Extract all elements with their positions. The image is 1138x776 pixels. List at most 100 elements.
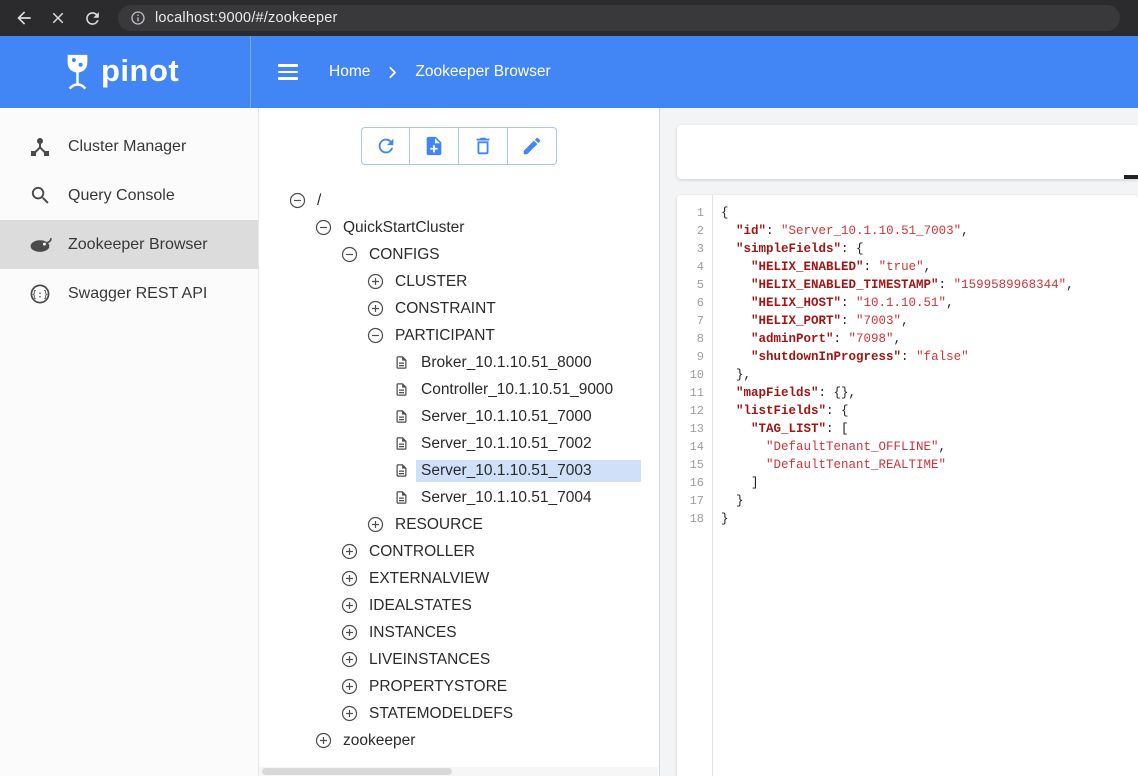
tree-node-leaf[interactable]: Broker_10.1.10.51_8000 bbox=[259, 349, 641, 376]
close-icon bbox=[49, 9, 67, 27]
tree-node-branch[interactable]: QuickStartCluster bbox=[259, 214, 641, 241]
code-line: "TAG_LIST": [ bbox=[721, 420, 1138, 438]
tree-node-branch[interactable]: IDEALSTATES bbox=[259, 592, 641, 619]
sidebar-item-zookeeper-browser[interactable]: Zookeeper Browser bbox=[0, 220, 258, 269]
tree-node-label: LIVEINSTANCES bbox=[364, 649, 495, 671]
url-text: localhost:9000/#/zookeeper bbox=[155, 10, 338, 26]
edit-node-button[interactable] bbox=[508, 127, 557, 165]
tree-node-branch[interactable]: PARTICIPANT bbox=[259, 322, 641, 349]
expand-circle-icon[interactable] bbox=[365, 516, 385, 534]
expand-circle-icon[interactable] bbox=[313, 732, 333, 750]
expand-circle-icon[interactable] bbox=[339, 678, 359, 696]
tree-node-label: EXTERNALVIEW bbox=[364, 568, 494, 590]
tree-node-leaf[interactable]: Server_10.1.10.51_7003 bbox=[259, 457, 641, 484]
stop-button[interactable] bbox=[44, 4, 72, 32]
tree-node-branch[interactable]: CONTROLLER bbox=[259, 538, 641, 565]
line-number: 3 bbox=[677, 240, 704, 258]
refresh-button[interactable] bbox=[361, 127, 410, 165]
json-editor[interactable]: 123456789101112131415161718 { "id": "Ser… bbox=[677, 195, 1138, 776]
tree-node-branch[interactable]: LIVEINSTANCES bbox=[259, 646, 641, 673]
tree-node-branch[interactable]: / bbox=[259, 187, 641, 214]
line-number: 17 bbox=[677, 492, 704, 510]
expand-circle-icon[interactable] bbox=[365, 300, 385, 318]
delete-node-button[interactable] bbox=[459, 127, 508, 165]
tree-node-branch[interactable]: RESOURCE bbox=[259, 511, 641, 538]
tree-node-label: CONSTRAINT bbox=[390, 298, 501, 320]
add-node-button[interactable] bbox=[410, 127, 459, 165]
pinot-logo[interactable]: pinot bbox=[64, 53, 250, 91]
line-number: 4 bbox=[677, 258, 704, 276]
cluster-icon bbox=[27, 134, 53, 160]
tree-node-branch[interactable]: CONSTRAINT bbox=[259, 295, 641, 322]
sidebar-item-cluster-manager[interactable]: Cluster Manager bbox=[0, 122, 258, 171]
pinot-zookeeper-browser: localhost:9000/#/zookeeper pinot Home Zo… bbox=[0, 0, 1138, 776]
reload-button[interactable] bbox=[78, 4, 106, 32]
tree-node-label: STATEMODELDEFS bbox=[364, 703, 518, 725]
back-button[interactable] bbox=[10, 4, 38, 32]
tree-node-label: Server_10.1.10.51_7002 bbox=[416, 433, 597, 455]
code-line: } bbox=[721, 510, 1138, 528]
breadcrumb: Home Zookeeper Browser bbox=[329, 63, 551, 81]
tree-node-label: CONFIGS bbox=[364, 244, 445, 266]
tree-node-branch[interactable]: EXTERNALVIEW bbox=[259, 565, 641, 592]
collapse-circle-icon[interactable] bbox=[339, 246, 359, 264]
code-content: { "id": "Server_10.1.10.51_7003", "simpl… bbox=[713, 195, 1138, 776]
code-line: } bbox=[721, 492, 1138, 510]
tree-node-label: / bbox=[312, 190, 326, 212]
tree-node-leaf[interactable]: Server_10.1.10.51_7000 bbox=[259, 403, 641, 430]
tree-node-branch[interactable]: CONFIGS bbox=[259, 241, 641, 268]
line-number: 9 bbox=[677, 348, 704, 366]
tree-node-label: QuickStartCluster bbox=[338, 217, 469, 239]
tree-node-label: zookeeper bbox=[338, 730, 420, 752]
breadcrumb-home[interactable]: Home bbox=[329, 63, 370, 81]
zookeeper-icon bbox=[27, 232, 53, 258]
file-icon bbox=[391, 408, 411, 426]
expand-circle-icon[interactable] bbox=[339, 705, 359, 723]
horizontal-scrollbar[interactable] bbox=[259, 767, 658, 776]
line-number: 15 bbox=[677, 456, 704, 474]
collapse-circle-icon[interactable] bbox=[287, 192, 307, 210]
breadcrumb-current: Zookeeper Browser bbox=[415, 63, 550, 81]
line-number: 5 bbox=[677, 276, 704, 294]
expand-circle-icon[interactable] bbox=[339, 651, 359, 669]
collapse-circle-icon[interactable] bbox=[365, 327, 385, 345]
line-number: 13 bbox=[677, 420, 704, 438]
collapse-circle-icon[interactable] bbox=[313, 219, 333, 237]
expand-circle-icon[interactable] bbox=[365, 273, 385, 291]
expand-circle-icon[interactable] bbox=[339, 570, 359, 588]
sidebar-item-label: Zookeeper Browser bbox=[68, 236, 208, 254]
tree-node-branch[interactable]: zookeeper bbox=[259, 727, 641, 754]
code-line: "adminPort": "7098", bbox=[721, 330, 1138, 348]
code-line: "mapFields": {}, bbox=[721, 384, 1138, 402]
tree-node-label: Server_10.1.10.51_7000 bbox=[416, 406, 597, 428]
file-icon bbox=[391, 462, 411, 480]
tree-node-label: Server_10.1.10.51_7004 bbox=[416, 487, 597, 509]
header-divider bbox=[250, 36, 251, 108]
sidebar-item-swagger-rest-api[interactable]: {:} Swagger REST API bbox=[0, 269, 258, 318]
menu-button[interactable] bbox=[275, 61, 301, 83]
tree-node-leaf[interactable]: Server_10.1.10.51_7004 bbox=[259, 484, 641, 511]
tree-node-label: RESOURCE bbox=[390, 514, 488, 536]
code-line: "HELIX_ENABLED_TIMESTAMP": "159958996834… bbox=[721, 276, 1138, 294]
expand-circle-icon[interactable] bbox=[339, 597, 359, 615]
address-bar[interactable]: localhost:9000/#/zookeeper bbox=[118, 5, 1120, 31]
tree-node-branch[interactable]: STATEMODELDEFS bbox=[259, 700, 641, 727]
line-number: 11 bbox=[677, 384, 704, 402]
expand-circle-icon[interactable] bbox=[339, 624, 359, 642]
tree-node-leaf[interactable]: Server_10.1.10.51_7002 bbox=[259, 430, 641, 457]
tree-node-leaf[interactable]: Controller_10.1.10.51_9000 bbox=[259, 376, 641, 403]
tree-node-branch[interactable]: INSTANCES bbox=[259, 619, 641, 646]
line-number: 1 bbox=[677, 204, 704, 222]
scrollbar-thumb[interactable] bbox=[262, 768, 452, 775]
tree-node-branch[interactable]: PROPERTYSTORE bbox=[259, 673, 641, 700]
trash-icon bbox=[472, 135, 494, 157]
line-number-gutter: 123456789101112131415161718 bbox=[677, 195, 713, 776]
zk-toolbar bbox=[259, 127, 659, 165]
expand-circle-icon[interactable] bbox=[339, 543, 359, 561]
line-number: 16 bbox=[677, 474, 704, 492]
note-add-icon bbox=[423, 135, 445, 157]
sidebar-item-query-console[interactable]: Query Console bbox=[0, 171, 258, 220]
tree-node-branch[interactable]: CLUSTER bbox=[259, 268, 641, 295]
tree-node-label: INSTANCES bbox=[364, 622, 462, 644]
editor-tabs-bar[interactable] bbox=[677, 125, 1138, 179]
